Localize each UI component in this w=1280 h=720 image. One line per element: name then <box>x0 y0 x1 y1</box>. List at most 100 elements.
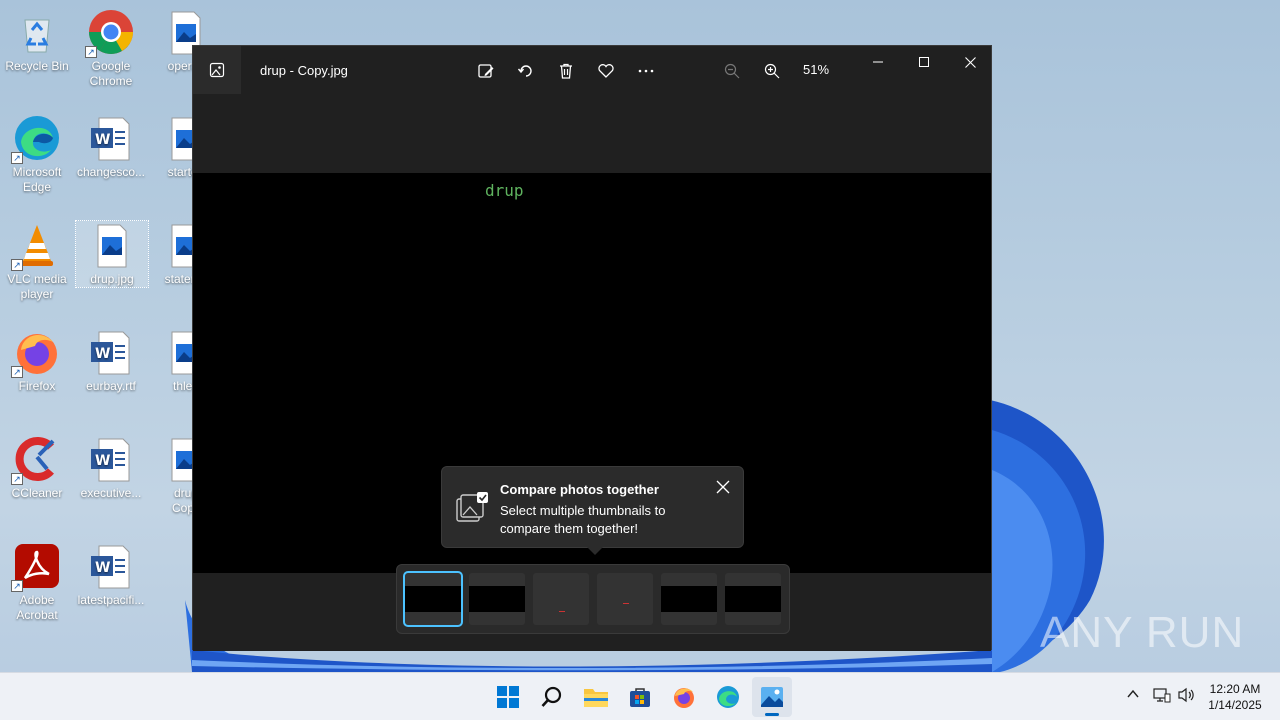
chrome-icon: ↗ <box>85 8 135 58</box>
word-document-icon: W <box>87 328 135 376</box>
tooltip-title: Compare photos together <box>500 482 659 497</box>
vlc-icon: ↗ <box>11 221 61 271</box>
image-file-icon <box>88 221 136 269</box>
desktop-icon-label: VLC media player <box>7 272 67 301</box>
rotate-icon <box>517 65 532 77</box>
favorite-button[interactable] <box>593 58 619 84</box>
desktop-icon-label: latestpacifi... <box>77 593 145 607</box>
filmstrip-thumbnail[interactable] <box>533 573 589 625</box>
desktop-icon-adobe-acrobat[interactable]: ↗ Adobe Acrobat <box>1 542 73 623</box>
folder-icon <box>584 689 608 707</box>
compare-photos-tooltip: Compare photos together Select multiple … <box>441 466 744 555</box>
firefox-taskbar-button[interactable] <box>664 677 704 717</box>
delete-icon <box>560 63 572 79</box>
close-button[interactable] <box>947 46 993 78</box>
ccleaner-icon: ↗ <box>11 435 61 485</box>
desktop-icon-changesco[interactable]: W changesco... <box>75 114 147 180</box>
edit-image-icon <box>478 64 494 78</box>
desktop-icon-recycle-bin[interactable]: Recycle Bin <box>1 8 73 74</box>
firefox-icon: ↗ <box>11 328 61 378</box>
clock-date: 1/14/2025 <box>1208 698 1262 712</box>
desktop-icon-eurbay[interactable]: W eurbay.rtf <box>75 328 147 394</box>
shortcut-arrow-icon: ↗ <box>11 473 23 485</box>
filmstrip-thumbnail[interactable] <box>661 573 717 625</box>
desktop-icon-label: eurbay.rtf <box>86 379 136 393</box>
rotate-button[interactable] <box>513 58 539 84</box>
photos-icon <box>761 687 783 707</box>
word-document-icon: W <box>87 542 135 590</box>
filmstrip <box>396 564 790 634</box>
chevron-up-icon <box>1127 689 1139 698</box>
tooltip-close-icon[interactable] <box>715 479 731 495</box>
zoom-in-icon <box>764 63 780 79</box>
edge-taskbar-button[interactable] <box>708 677 748 717</box>
photos-app-icon[interactable] <box>193 46 241 94</box>
desktop-icon-label: executive... <box>80 486 142 500</box>
file-title: drup - Copy.jpg <box>260 63 348 78</box>
search-icon <box>541 686 562 707</box>
clock[interactable]: 12:20 AM 1/14/2025 <box>1200 681 1270 713</box>
zoom-out-button[interactable] <box>719 58 745 84</box>
recycle-bin-icon <box>13 8 61 56</box>
zoom-level[interactable]: 51% <box>803 62 829 77</box>
anyrun-watermark: ANY RUN <box>1040 608 1245 657</box>
svg-text:W: W <box>95 453 110 469</box>
heart-icon <box>598 64 614 78</box>
filmstrip-thumbnail[interactable] <box>725 573 781 625</box>
delete-button[interactable] <box>553 58 579 84</box>
photos-taskbar-button[interactable] <box>752 677 792 717</box>
search-button[interactable] <box>532 677 572 717</box>
shortcut-arrow-icon: ↗ <box>85 46 97 58</box>
edit-image-button[interactable] <box>473 58 499 84</box>
zoom-out-icon <box>724 63 740 79</box>
edge-icon: ↗ <box>11 114 61 164</box>
minimize-button[interactable] <box>855 46 901 78</box>
desktop-icon-label: CCleaner <box>11 486 63 500</box>
svg-text:W: W <box>95 560 110 576</box>
compare-photos-icon <box>456 492 488 522</box>
desktop-icon-edge[interactable]: ↗ Microsoft Edge <box>1 114 73 195</box>
network-icon <box>1153 688 1171 703</box>
volume-button[interactable] <box>1178 687 1196 708</box>
shortcut-arrow-icon: ↗ <box>11 366 23 378</box>
desktop-icon-label: Recycle Bin <box>5 59 69 73</box>
store-icon <box>630 688 650 707</box>
desktop-icon-label: Google Chrome <box>89 59 133 88</box>
desktop-icon-executive[interactable]: W executive... <box>75 435 147 501</box>
filmstrip-thumbnail[interactable] <box>403 571 463 627</box>
desktop-icon-vlc[interactable]: ↗ VLC media player <box>1 221 73 302</box>
desktop-icon-label: Firefox <box>18 379 56 393</box>
store-button[interactable] <box>620 677 660 717</box>
photos-window[interactable]: drup - Copy.jpg 51% drup Compare photos … <box>192 45 992 651</box>
more-button[interactable] <box>633 58 659 84</box>
filmstrip-thumbnail[interactable] <box>597 573 653 625</box>
maximize-button[interactable] <box>901 46 947 78</box>
desktop-icon-label: changesco... <box>76 165 146 179</box>
image-content-text: drup <box>485 181 524 200</box>
desktop-icon-ccleaner[interactable]: ↗ CCleaner <box>1 435 73 501</box>
taskbar: 12:20 AM 1/14/2025 <box>0 672 1280 720</box>
edge-icon <box>717 686 739 708</box>
firefox-icon <box>674 688 694 708</box>
title-bar: drup - Copy.jpg 51% <box>193 46 991 173</box>
windows-logo-icon <box>497 686 519 708</box>
file-explorer-button[interactable] <box>576 677 616 717</box>
desktop-icon-drup-jpg[interactable]: drup.jpg <box>75 220 149 288</box>
shortcut-arrow-icon: ↗ <box>11 259 23 271</box>
filmstrip-thumbnail[interactable] <box>469 573 525 625</box>
more-icon <box>638 69 654 73</box>
zoom-in-button[interactable] <box>759 58 785 84</box>
volume-icon <box>1178 687 1194 703</box>
maximize-icon <box>919 57 929 67</box>
desktop-icon-firefox[interactable]: ↗ Firefox <box>1 328 73 394</box>
clock-time: 12:20 AM <box>1209 682 1261 696</box>
shortcut-arrow-icon: ↗ <box>11 152 23 164</box>
show-hidden-icons-button[interactable] <box>1126 687 1140 706</box>
network-button[interactable] <box>1153 687 1171 708</box>
desktop-icon-chrome[interactable]: ↗ Google Chrome <box>75 8 147 89</box>
tooltip-body: Select multiple thumbnails to compare th… <box>500 503 666 536</box>
minimize-icon <box>873 61 883 63</box>
adobe-acrobat-icon: ↗ <box>11 542 61 592</box>
start-button[interactable] <box>488 677 528 717</box>
desktop-icon-latestpacifi[interactable]: W latestpacifi... <box>75 542 147 608</box>
